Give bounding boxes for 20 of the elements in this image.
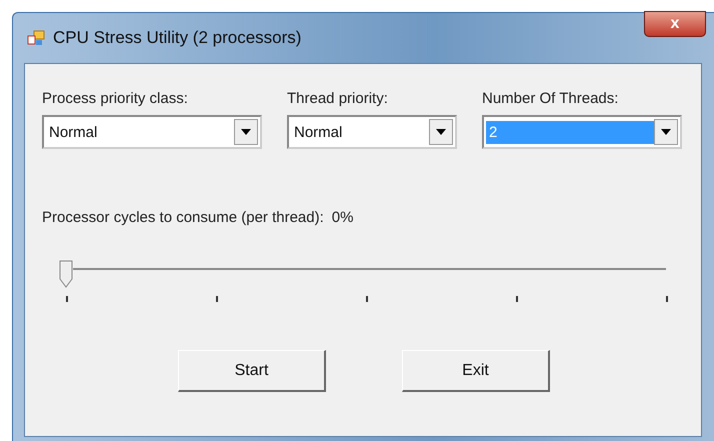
dropdown-value: Normal [293, 122, 344, 142]
tick-mark [216, 296, 218, 302]
window-title: CPU Stress Utility (2 processors) [53, 28, 302, 48]
tick-mark [666, 296, 668, 302]
dropdown[interactable]: Normal [287, 115, 457, 149]
action-button[interactable]: Start [178, 350, 326, 392]
tick-mark [366, 296, 368, 302]
dropdown[interactable]: Normal [42, 115, 262, 149]
slider-reading: 0% [332, 209, 354, 226]
dropdown-value: Normal [48, 122, 98, 142]
dropdown-label: Process priority class: [42, 90, 189, 107]
action-button[interactable]: Exit [402, 350, 550, 392]
app-icon [27, 30, 45, 46]
dropdown-value: 2 [486, 120, 654, 144]
dropdown-label: Number Of Threads: [482, 90, 620, 107]
tick-mark [66, 296, 68, 302]
tick-mark [516, 296, 518, 302]
dropdown-label: Thread priority: [287, 90, 389, 107]
slider-label: Processor cycles to consume (per thread): [42, 209, 324, 226]
slider-thumb[interactable] [59, 260, 73, 288]
